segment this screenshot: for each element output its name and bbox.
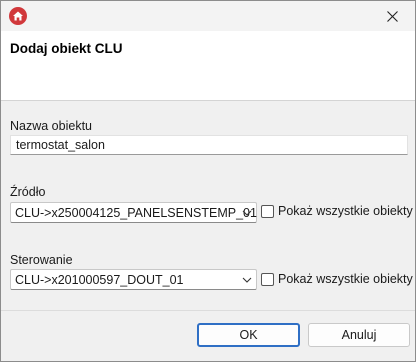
dialog-title: Dodaj obiekt CLU (10, 41, 123, 56)
source-select-value: CLU->x250004125_PANELSENSTEMP_01 (15, 206, 257, 220)
source-select[interactable]: CLU->x250004125_PANELSENSTEMP_01 (10, 202, 257, 223)
dialog-header: Dodaj obiekt CLU (1, 31, 415, 101)
checkbox-box[interactable] (261, 204, 274, 218)
source-show-all-label: Pokaż wszystkie obiekty (278, 204, 413, 218)
close-button[interactable] (369, 1, 415, 31)
name-field-label: Nazwa obiektu (10, 119, 92, 133)
title-bar (1, 1, 415, 31)
chevron-down-icon (242, 210, 252, 216)
control-show-all-label: Pokaż wszystkie obiekty (278, 272, 413, 286)
dialog-footer: OK Anuluj (1, 310, 415, 361)
chevron-down-icon (242, 277, 252, 283)
checkbox-box[interactable] (261, 272, 274, 286)
source-label: Źródło (10, 185, 46, 199)
control-label: Sterowanie (10, 253, 73, 267)
home-icon (9, 7, 27, 25)
cancel-button[interactable]: Anuluj (308, 323, 410, 347)
source-show-all-checkbox[interactable]: Pokaż wszystkie obiekty (261, 204, 413, 218)
dialog-window: Dodaj obiekt CLU Nazwa obiektu Źródło CL… (0, 0, 416, 362)
control-show-all-checkbox[interactable]: Pokaż wszystkie obiekty (261, 272, 413, 286)
ok-button[interactable]: OK (197, 323, 300, 347)
object-name-input[interactable] (10, 135, 408, 155)
control-select-value: CLU->x201000597_DOUT_01 (15, 273, 184, 287)
control-select[interactable]: CLU->x201000597_DOUT_01 (10, 269, 257, 290)
close-icon (386, 10, 398, 22)
